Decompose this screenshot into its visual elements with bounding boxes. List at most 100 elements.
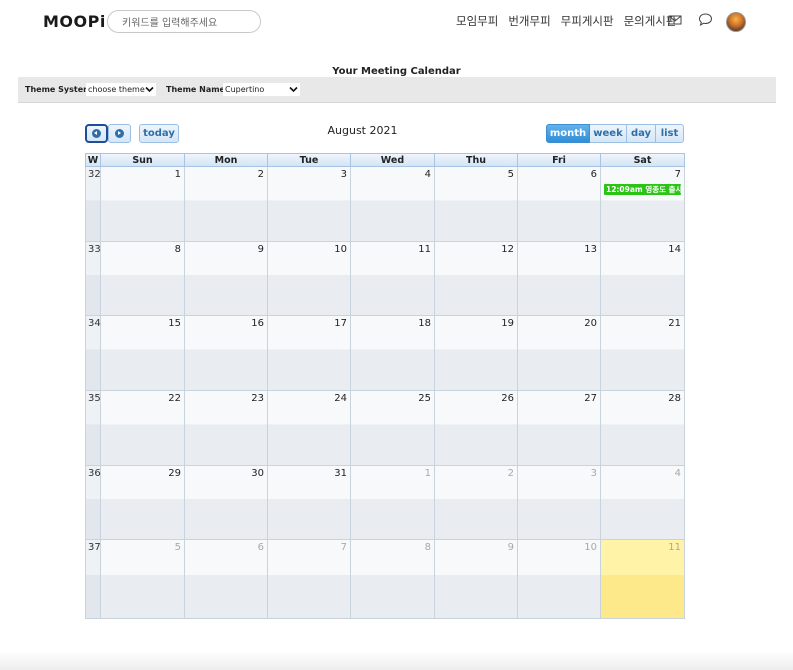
list-view-button[interactable]: list — [656, 124, 684, 143]
day-cell[interactable]: 16 — [185, 316, 268, 391]
day-cell[interactable]: 12 — [435, 242, 518, 316]
day-number: 9 — [507, 542, 514, 553]
day-cell[interactable]: 1 — [351, 466, 435, 540]
day-header-mon: Mon — [185, 153, 268, 167]
day-header-fri: Fri — [518, 153, 601, 167]
day-cell[interactable]: 4 — [351, 167, 435, 242]
day-header-wed: Wed — [351, 153, 435, 167]
month-view-button[interactable]: month — [546, 124, 590, 143]
day-cell[interactable]: 24 — [268, 391, 351, 466]
day-cell[interactable]: 7 — [268, 540, 351, 619]
week-number: 36 — [88, 468, 101, 479]
theme-system-select[interactable]: choose theme — [86, 83, 156, 96]
week-row: 33 8 9 10 11 12 13 14 — [85, 242, 685, 316]
day-cell[interactable]: 2 — [435, 466, 518, 540]
day-number: 1 — [174, 169, 181, 180]
day-view-button[interactable]: day — [627, 124, 656, 143]
theme-name-label: Theme Name: — [166, 85, 229, 94]
day-cell[interactable]: 21 — [601, 316, 685, 391]
next-button[interactable] — [108, 124, 131, 143]
day-cell[interactable]: 10 — [518, 540, 601, 619]
day-number: 14 — [668, 244, 681, 255]
theme-name-select[interactable]: Cupertino — [223, 83, 300, 96]
day-cell[interactable]: 4 — [601, 466, 685, 540]
week-number: 32 — [88, 169, 101, 180]
search-box[interactable] — [107, 10, 261, 34]
day-cell[interactable]: 29 — [101, 466, 185, 540]
day-cell[interactable]: 9 — [435, 540, 518, 619]
theme-system-label: Theme System: — [25, 85, 95, 94]
mail-icon[interactable] — [668, 12, 682, 31]
day-cell[interactable]: 14 — [601, 242, 685, 316]
day-cell[interactable]: 19 — [435, 316, 518, 391]
day-cell[interactable]: 10 — [268, 242, 351, 316]
day-number: 12 — [501, 244, 514, 255]
day-cell[interactable]: 26 — [435, 391, 518, 466]
day-cell[interactable]: 28 — [601, 391, 685, 466]
theme-name-value: Cupertino — [225, 85, 265, 94]
prev-button[interactable] — [85, 124, 108, 143]
day-cell[interactable]: 3 — [268, 167, 351, 242]
moopi-logo[interactable]: MOOPi — [43, 12, 106, 31]
day-number: 4 — [424, 169, 431, 180]
day-number: 11 — [668, 542, 681, 553]
day-number: 2 — [257, 169, 264, 180]
day-cell[interactable]: 17 — [268, 316, 351, 391]
chevron-left-icon — [92, 129, 101, 138]
day-number: 2 — [507, 468, 514, 479]
day-cell[interactable]: 27 — [518, 391, 601, 466]
day-cell[interactable]: 6 — [518, 167, 601, 242]
day-number: 9 — [257, 244, 264, 255]
month-title: August 2021 — [327, 124, 398, 137]
day-cell[interactable]: 7 12:09am 영종도 출사 — [601, 167, 685, 242]
day-number: 6 — [590, 169, 597, 180]
week-row: 35 22 23 24 25 26 27 28 — [85, 391, 685, 466]
day-cell[interactable]: 22 — [101, 391, 185, 466]
view-switcher: month week day list — [546, 124, 684, 143]
week-number-header: W — [85, 153, 101, 167]
day-cell[interactable]: 30 — [185, 466, 268, 540]
today-button[interactable]: today — [139, 124, 179, 143]
day-cell[interactable]: 3 — [518, 466, 601, 540]
day-cell[interactable]: 31 — [268, 466, 351, 540]
day-number: 29 — [168, 468, 181, 479]
calendar-event[interactable]: 12:09am 영종도 출사 — [604, 184, 681, 195]
nav-link-board[interactable]: 무피게시판 — [561, 13, 614, 29]
chat-icon[interactable] — [698, 12, 713, 31]
day-header-thu: Thu — [435, 153, 518, 167]
day-cell[interactable]: 1 — [101, 167, 185, 242]
day-cell[interactable]: 13 — [518, 242, 601, 316]
week-number-cell: 32 — [85, 167, 101, 242]
day-number: 21 — [668, 318, 681, 329]
week-number: 34 — [88, 318, 101, 329]
day-cell[interactable]: 6 — [185, 540, 268, 619]
week-view-button[interactable]: week — [590, 124, 627, 143]
top-header: MOOPi 모임무피 번개무피 무피게시판 문의게시판 — [0, 0, 793, 44]
nav-link-meetings[interactable]: 모임무피 — [456, 13, 498, 29]
day-cell[interactable]: 23 — [185, 391, 268, 466]
day-cell[interactable]: 25 — [351, 391, 435, 466]
day-cell[interactable]: 18 — [351, 316, 435, 391]
avatar[interactable] — [726, 12, 746, 32]
week-number-cell: 33 — [85, 242, 101, 316]
day-cell-today[interactable]: 11 — [601, 540, 685, 619]
day-number: 10 — [334, 244, 347, 255]
nav-link-flash[interactable]: 번개무피 — [508, 13, 550, 29]
day-header-sun: Sun — [101, 153, 185, 167]
search-input[interactable] — [108, 13, 260, 34]
day-cell[interactable]: 20 — [518, 316, 601, 391]
day-cell[interactable]: 8 — [101, 242, 185, 316]
day-number: 15 — [168, 318, 181, 329]
theme-system-value: choose theme — [88, 85, 145, 94]
day-cell[interactable]: 2 — [185, 167, 268, 242]
week-number: 37 — [88, 542, 101, 553]
day-cell[interactable]: 5 — [101, 540, 185, 619]
day-number: 27 — [584, 393, 597, 404]
day-cell[interactable]: 5 — [435, 167, 518, 242]
day-cell[interactable]: 9 — [185, 242, 268, 316]
day-number: 3 — [340, 169, 347, 180]
day-cell[interactable]: 8 — [351, 540, 435, 619]
day-cell[interactable]: 11 — [351, 242, 435, 316]
day-cell[interactable]: 15 — [101, 316, 185, 391]
day-number: 28 — [668, 393, 681, 404]
